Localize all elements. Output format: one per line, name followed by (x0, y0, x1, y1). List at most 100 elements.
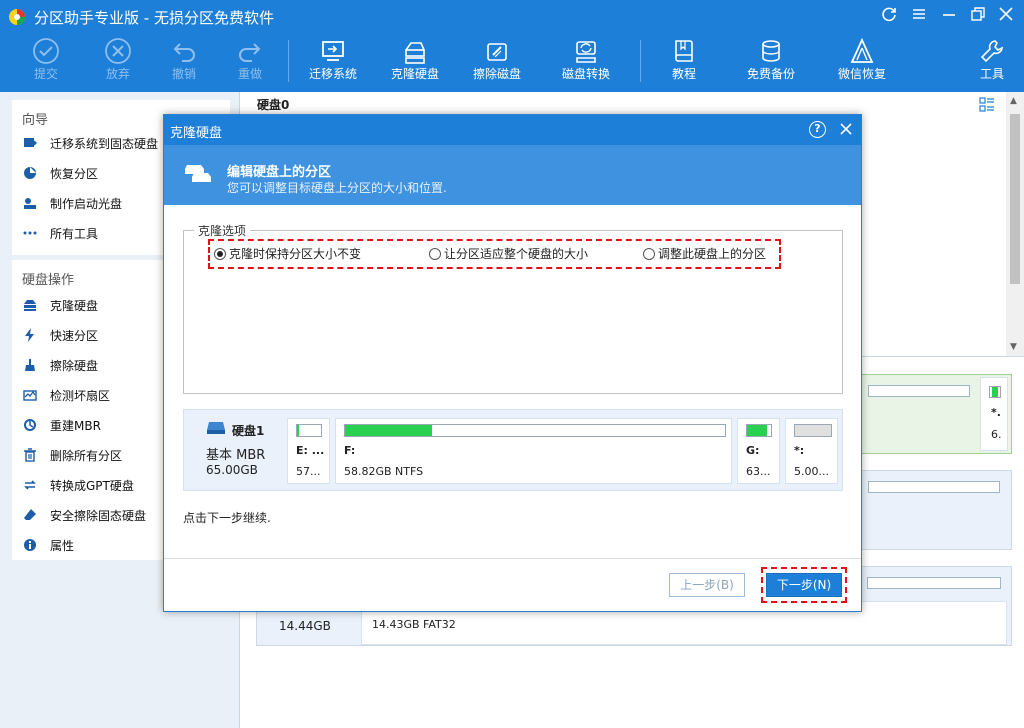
bootable-media-icon (24, 198, 36, 209)
convert-disk-button[interactable]: 磁盘转换 (553, 36, 619, 88)
next-button[interactable]: 下一步(N) (766, 573, 842, 597)
bg-partition-bar (867, 577, 1001, 589)
partition-usage-fill (345, 425, 433, 436)
tools-label: 工具 (979, 67, 1004, 81)
dialog-close-button[interactable] (838, 121, 854, 140)
sidebar-item-clone-disk[interactable]: 克隆硬盘 (22, 294, 98, 316)
view-toggle-button[interactable] (978, 96, 1006, 116)
convert-disk-label: 磁盘转换 (561, 67, 610, 81)
scroll-up-icon[interactable]: ▲ (1010, 96, 1017, 106)
bg-disk-card (857, 470, 1012, 550)
info-icon (24, 539, 36, 551)
clone-disk-button[interactable]: 克隆硬盘 (382, 36, 448, 88)
quick-partition-icon (25, 328, 34, 342)
cancel-circle-icon (105, 38, 131, 64)
partition-f[interactable]: F: 58.82GB NTFS (335, 418, 732, 484)
wrench-icon (980, 40, 1003, 63)
discard-label: 放弃 (105, 67, 130, 81)
bg-partition-detail: 14.43GB FAT32 (372, 618, 456, 631)
partition-unallocated[interactable]: *: 5.00... (785, 418, 838, 484)
backup-icon (762, 40, 780, 62)
sidebar-item-convert-gpt[interactable]: 转换成GPT硬盘 (22, 474, 134, 496)
partition-usage-bar (296, 424, 322, 437)
partition-usage-fill (747, 425, 768, 436)
tools-button[interactable]: 工具 (970, 36, 1014, 88)
dialog-footer-divider (164, 558, 861, 559)
sidebar-item-bootable-media[interactable]: 制作启动光盘 (22, 192, 122, 214)
sidebar-item-properties[interactable]: 属性 (22, 534, 74, 556)
partition-g[interactable]: G: 63... (737, 418, 780, 484)
disk0-header: 硬盘0 (257, 98, 290, 112)
wipe-disk-label: 擦除磁盘 (472, 67, 521, 81)
convert-disk-icon (576, 41, 596, 63)
redo-button[interactable]: 重做 (224, 36, 276, 88)
undo-icon (173, 43, 195, 62)
book-icon (675, 40, 693, 62)
help-icon[interactable]: ? (809, 121, 826, 138)
sidebar-item-delete-all-partitions[interactable]: 删除所有分区 (22, 444, 122, 466)
sidebar-item-quick-partition[interactable]: 快速分区 (22, 324, 98, 346)
disk-icon (207, 422, 225, 434)
scroll-thumb[interactable] (1010, 114, 1020, 284)
sidebar-item-label: 恢复分区 (50, 166, 99, 181)
erase-ssd-icon (24, 509, 36, 520)
discard-button[interactable]: 放弃 (92, 36, 144, 88)
submit-button[interactable]: 提交 (20, 36, 72, 88)
migrate-os-button[interactable]: 迁移系统 (300, 36, 366, 88)
menu-icon (913, 9, 925, 19)
clone-disk-dialog: 克隆硬盘 ? 编辑硬盘上的分区 您可以调整目标硬盘上分区的大小和位置. 克隆选项… (163, 114, 862, 612)
option-adjust-partitions-radio[interactable]: 调整此硬盘上的分区 (643, 245, 766, 262)
sidebar-item-all-tools[interactable]: 所有工具 (22, 222, 98, 244)
bg-partition-letter: *. (991, 406, 1001, 419)
option-fit-disk-radio[interactable]: 让分区适应整个硬盘的大小 (429, 245, 588, 262)
option-label: 调整此硬盘上的分区 (658, 247, 767, 261)
wechat-recovery-label: 微信恢复 (837, 67, 886, 81)
menu-button[interactable] (908, 6, 930, 28)
scroll-down-icon[interactable]: ▼ (1010, 342, 1017, 352)
tutorial-button[interactable]: 教程 (658, 36, 710, 88)
undo-button[interactable]: 撤销 (158, 36, 210, 88)
toolbar: 提交 放弃 撤销 重做 迁移系统 克隆硬盘 擦除磁盘 磁盘转换 教程 免费备份 … (0, 34, 1024, 92)
dialog-title: 克隆硬盘 (170, 126, 223, 141)
sidebar-item-erase-ssd[interactable]: 安全擦除固态硬盘 (22, 504, 146, 526)
radio-selected-icon (214, 247, 226, 260)
radio-unselected-icon (643, 247, 655, 260)
back-button[interactable]: 上一步(B) (669, 573, 745, 597)
sidebar-item-label: 安全擦除固态硬盘 (50, 508, 147, 523)
sidebar-item-label: 删除所有分区 (50, 448, 123, 463)
disk-size: 65.00GB (206, 463, 258, 477)
restore-icon (971, 7, 985, 21)
refresh-icon (882, 7, 896, 22)
sidebar-item-label: 擦除硬盘 (50, 358, 99, 373)
sidebar-item-migrate-ssd[interactable]: 迁移系统到固态硬盘 (22, 132, 158, 154)
free-backup-button[interactable]: 免费备份 (738, 36, 804, 88)
restore-button[interactable] (967, 6, 989, 28)
clone-disk-label: 克隆硬盘 (390, 67, 439, 81)
sidebar-item-label: 转换成GPT硬盘 (50, 478, 134, 493)
partition-e[interactable]: E: ... 57... (287, 418, 330, 484)
refresh-button[interactable] (878, 6, 900, 28)
check-circle-icon (33, 38, 59, 64)
partition-detail: 5.00... (794, 465, 829, 478)
redo-label: 重做 (237, 67, 262, 81)
migrate-os-label: 迁移系统 (308, 67, 357, 81)
scrollbar[interactable]: ▲ ▼ (1006, 92, 1024, 356)
sidebar-item-wipe-disk[interactable]: 擦除硬盘 (22, 354, 98, 376)
free-backup-label: 免费备份 (746, 67, 795, 81)
option-keep-size-radio[interactable]: 克隆时保持分区大小不变 (214, 245, 361, 262)
sidebar-item-recover-partition[interactable]: 恢复分区 (22, 162, 98, 184)
minimize-button[interactable] (938, 6, 960, 28)
close-button[interactable] (995, 6, 1017, 28)
sidebar-item-bad-sector[interactable]: 检测坏扇区 (22, 384, 110, 406)
bg-disk-size: 14.44GB (279, 619, 331, 633)
minimize-icon (943, 14, 955, 16)
option-label: 让分区适应整个硬盘的大小 (444, 247, 589, 261)
sidebar-item-rebuild-mbr[interactable]: 重建MBR (22, 414, 101, 436)
wipe-disk-button[interactable]: 擦除磁盘 (464, 36, 530, 88)
partition-detail: 58.82GB NTFS (344, 465, 424, 478)
clone-options-label: 克隆选项 (194, 222, 251, 239)
more-icon (23, 231, 37, 235)
dialog-title-bar: 克隆硬盘 ? (164, 115, 861, 145)
wechat-recovery-button[interactable]: 微信恢复 (829, 36, 895, 88)
clone-disk-icon (24, 300, 36, 311)
